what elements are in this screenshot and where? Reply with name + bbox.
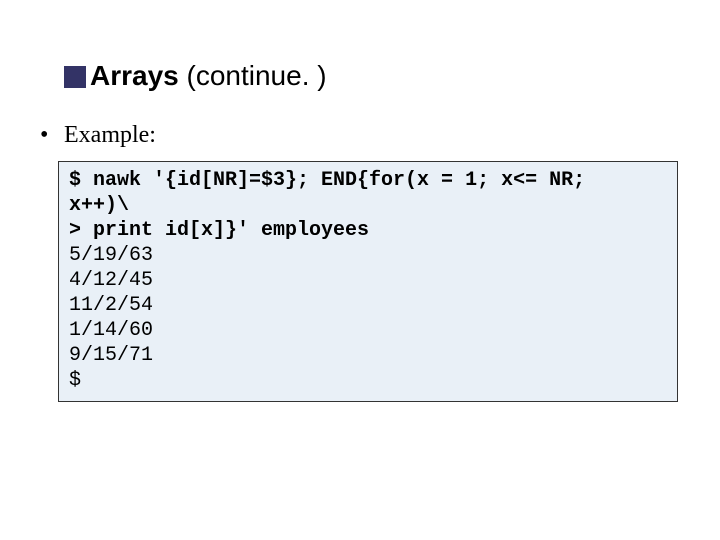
command-line-2: > print id[x]}' employees (69, 219, 369, 242)
command-line-0: $ nawk '{id[NR]=$3}; END{for(x = 1; x<= … (69, 169, 585, 192)
bullet-marker: • (40, 122, 58, 149)
title-accent-icon (64, 66, 86, 88)
example-bullet: • Example: (40, 122, 690, 149)
command-line-1: x++)\ (69, 194, 129, 217)
title-block: Arrays (continue. ) (90, 60, 690, 92)
output-line-2: 11/2/54 (69, 294, 153, 317)
slide: Arrays (continue. ) • Example: $ nawk '{… (0, 0, 720, 540)
output-line-1: 4/12/45 (69, 269, 153, 292)
output-line-4: 9/15/71 (69, 344, 153, 367)
output-line-0: 5/19/63 (69, 244, 153, 267)
slide-title: Arrays (continue. ) (90, 60, 690, 92)
code-box: $ nawk '{id[NR]=$3}; END{for(x = 1; x<= … (58, 161, 678, 402)
title-main: Arrays (90, 60, 179, 91)
output-line-5: $ (69, 369, 81, 392)
title-suffix: (continue. ) (187, 60, 327, 91)
bullet-label: Example: (64, 122, 156, 148)
output-line-3: 1/14/60 (69, 319, 153, 342)
